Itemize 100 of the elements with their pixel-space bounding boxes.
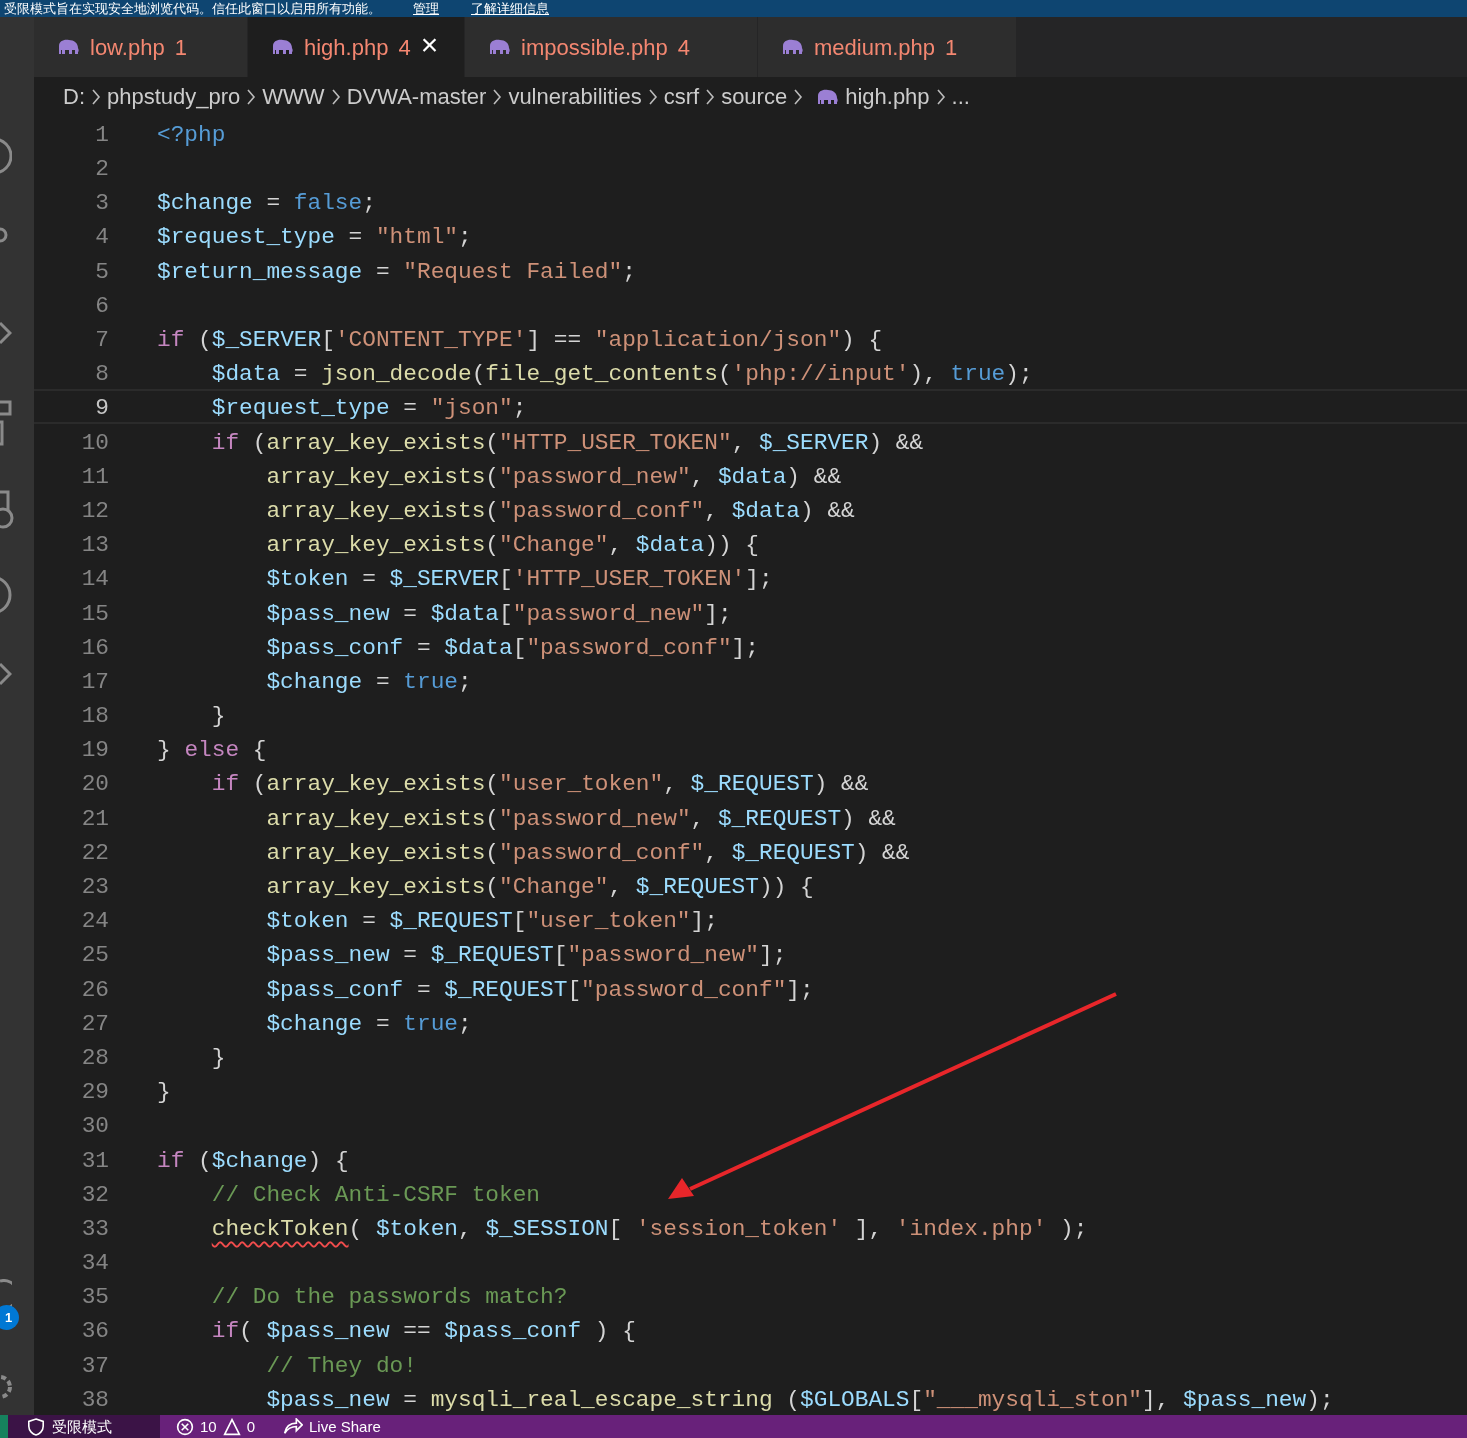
editor-tab[interactable]: impossible.php 4 [465, 17, 758, 78]
breadcrumb-item[interactable]: high.php [845, 80, 930, 114]
tab-label: impossible.php [521, 33, 668, 62]
breadcrumb-item[interactable]: vulnerabilities [508, 80, 642, 114]
line-number: 4 [94, 223, 109, 251]
line-number: 21 [80, 804, 109, 832]
line-number: 30 [80, 1112, 109, 1140]
line-number: 27 [80, 1009, 109, 1037]
code-line: $pass_conf = $data["password_conf"]; [265, 633, 759, 661]
code-line: $request_type = "json"; [210, 394, 527, 422]
banner-link[interactable]: 管理 [413, 0, 439, 17]
editor-tab[interactable]: medium.php 1 [758, 17, 1017, 78]
line-number: 9 [94, 394, 109, 422]
line-number: 31 [80, 1146, 109, 1174]
line-number: 17 [80, 667, 109, 696]
code-line: checkToken( $token, $_SESSION[ 'session_token' ], 'index.php' ); [210, 1214, 1088, 1243]
elephant-icon [780, 38, 804, 57]
line-number: 23 [80, 873, 109, 901]
line-number: 5 [94, 257, 109, 285]
breadcrumb-item[interactable]: ... [951, 80, 970, 114]
code-line: if ($change) { [156, 1146, 349, 1174]
line-number: 6 [94, 291, 109, 319]
code-line: array_key_exists("password_new", $_REQUEST) && [265, 804, 896, 832]
line-number: 2 [94, 155, 109, 183]
close-button[interactable]: × [420, 30, 439, 61]
tab-label: medium.php [814, 33, 936, 62]
code-line: // Check Anti-CSRF token [210, 1180, 541, 1208]
breadcrumb-item[interactable]: D: [63, 80, 85, 114]
line-number: 35 [80, 1283, 109, 1311]
elephant-icon [487, 38, 511, 57]
breadcrumb-item[interactable]: source [721, 80, 788, 114]
line-number: 37 [80, 1351, 109, 1379]
breadcrumb-item[interactable]: WWW [262, 80, 325, 114]
code-line: <?php [156, 120, 226, 149]
shield-icon [28, 1417, 44, 1436]
elephant-icon [815, 87, 840, 106]
line-number: 13 [80, 531, 109, 559]
tab-label: low.php [90, 33, 165, 62]
code-line: if (array_key_exists("user_token", $_REQUEST) && [210, 770, 869, 798]
line-number: 1 [94, 120, 109, 149]
line-number: 29 [80, 1078, 109, 1106]
error-icon [176, 1417, 194, 1436]
code-line: // Do the passwords match? [210, 1283, 568, 1311]
editor-tab[interactable]: low.php 1 [34, 17, 248, 78]
code-line: $return_message = "Request Failed"; [156, 257, 636, 285]
line-number: 34 [80, 1249, 109, 1277]
code-line: $request_type = "html"; [156, 223, 472, 251]
code-line: array_key_exists("password_conf", $_REQUEST) && [265, 838, 910, 866]
chevron-icon [935, 87, 946, 106]
breadcrumb-item[interactable]: phpstudy_pro [107, 80, 241, 114]
code-line: if( $pass_new == $pass_conf ) { [210, 1317, 636, 1345]
code-line: $token = $_REQUEST["user_token"]; [265, 907, 718, 935]
code-line: array_key_exists("Change", $data)) { [265, 531, 759, 559]
elephant-icon [270, 38, 294, 57]
line-number: 26 [80, 975, 109, 1003]
problems-indicator[interactable]: 10 0 [160, 1416, 256, 1437]
code-line: } [156, 1078, 171, 1106]
share-arrow-icon [283, 1418, 304, 1435]
breadcrumb-item[interactable]: csrf [663, 80, 700, 114]
problem-count: 4 [398, 33, 411, 62]
code-line: $pass_new = mysqli_real_escape_string ($GLOBALS["___mysqli_ston"], $pass_new); [265, 1385, 1334, 1413]
elephant-icon [56, 38, 80, 57]
code-line: } [210, 1043, 226, 1072]
code-line: $change = true; [265, 1009, 472, 1037]
code-line: $change = false; [156, 189, 376, 217]
line-number: 8 [94, 360, 109, 388]
chevron-icon [647, 87, 658, 106]
line-number: 7 [94, 326, 109, 354]
line-number: 33 [80, 1214, 109, 1243]
problem-count: 1 [174, 33, 187, 62]
line-number: 28 [80, 1043, 109, 1072]
chevron-icon[interactable] [0, 662, 12, 686]
line-number: 38 [80, 1385, 109, 1413]
code-line: $pass_new = $data["password_new"]; [265, 599, 732, 627]
line-number: 24 [80, 907, 109, 935]
status-label: 受限模式 [52, 1416, 112, 1437]
warning-icon [222, 1417, 241, 1436]
line-number: 14 [80, 565, 109, 593]
problem-count: 1 [945, 33, 958, 62]
chevron-icon [246, 87, 257, 106]
line-number: 11 [80, 462, 109, 490]
line-number: 16 [80, 633, 109, 661]
code-line: $data = json_decode(file_get_contents('php://input'), true); [210, 360, 1033, 388]
breadcrumb-item[interactable]: DVWA-master [346, 80, 487, 114]
line-number: 25 [80, 941, 109, 969]
banner-link[interactable]: 了解详细信息 [471, 0, 549, 17]
line-number: 10 [80, 428, 109, 456]
code-line: array_key_exists("password_conf", $data) && [265, 496, 855, 525]
chevron-icon [793, 87, 804, 106]
live-share-button[interactable]: Live Share [255, 1416, 381, 1437]
chevron-icon [705, 87, 716, 106]
code-line: } [210, 702, 226, 730]
line-number: 20 [80, 770, 109, 798]
line-number: 22 [80, 838, 109, 866]
restricted-mode-message: 受限模式旨在实现安全地浏览代码。信任此窗口以启用所有功能。 [4, 0, 381, 17]
code-line: array_key_exists("Change", $_REQUEST)) { [265, 873, 814, 901]
restricted-mode-indicator[interactable]: 受限模式 [8, 1415, 160, 1438]
chevron-icon [91, 87, 101, 106]
editor-tab[interactable]: high.php 4 × [248, 17, 465, 78]
line-number: 36 [80, 1317, 109, 1345]
